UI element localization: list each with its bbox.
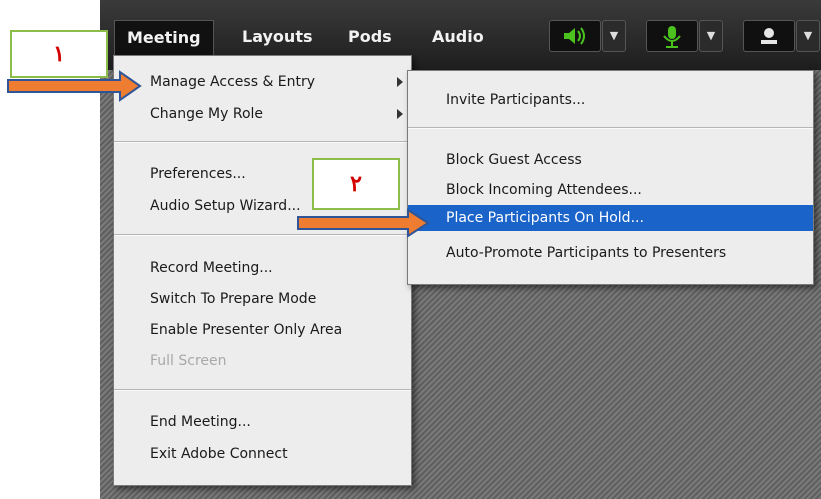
arrow-annotation-2 — [297, 208, 430, 238]
